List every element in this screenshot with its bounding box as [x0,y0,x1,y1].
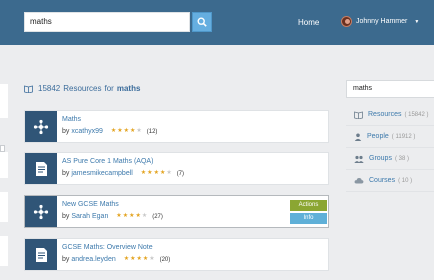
half-star-icon: ★ [149,256,155,263]
actions-button[interactable]: Actions [290,200,327,211]
network-icon [25,196,57,227]
by-label: by [62,256,70,263]
search-input[interactable]: maths [24,12,190,32]
sidebar-item-count: ( 38 ) [394,155,409,162]
resource-title[interactable]: AS Pure Core 1 Maths (AQA) [62,158,153,165]
book-icon [354,110,363,119]
by-label: by [62,213,70,220]
sidebar-item-resources[interactable]: Resources ( 15842 ) [346,104,434,126]
resource-author[interactable]: jamesmikecampbell [71,170,132,177]
rating-count: (20) [159,257,171,263]
network-icon [25,111,57,142]
user-menu[interactable]: Johnny Hammer ▼ [341,16,419,27]
sidebar-item-courses[interactable]: Courses ( 10 ) [346,170,434,192]
search-button[interactable] [192,12,212,32]
book-icon [24,84,33,93]
sidebar-item-count: ( 10 ) [398,177,413,184]
resource-byline: by xcathyx99 ★ ★ ★ ★ ★ (12) [62,128,157,135]
rating-stars: ★ ★ ★ ★ ★ [141,170,173,176]
sidebar-item-count: ( 15842 ) [404,111,429,118]
half-star-icon: ★ [166,170,172,177]
caret-down-icon: ▼ [414,18,420,25]
resource-author[interactable]: andrea.leyden [71,256,115,263]
star-icon: ★ [159,170,166,177]
sidebar-item-people[interactable]: People ( 11912 ) [346,126,434,148]
results-count: 15842 [38,84,61,93]
star-icon: ★ [135,213,141,220]
resource-card[interactable]: GCSE Maths: Overview Note by andrea.leyd… [24,238,329,271]
results-for-label: for [104,84,114,93]
left-panel-fragment [0,152,8,178]
star-icon: ★ [142,256,149,263]
sidebar-item-label: Resources [368,111,402,118]
resource-card[interactable]: New GCSE Maths by Sarah Egan ★ ★ ★ ★ ★ (27) … [24,195,329,228]
star-icon: ★ [116,213,122,220]
rating-stars: ★ ★ ★ ★ ★ [111,128,143,134]
resource-title[interactable]: Maths [62,116,81,123]
resource-title[interactable]: New GCSE Maths [62,201,119,208]
rating-count: (12) [146,129,158,135]
left-panel-fragment [0,236,8,266]
resource-byline: by andrea.leyden ★ ★ ★ ★ ★ (20) [62,256,170,263]
person-icon [354,133,362,141]
star-icon: ★ [130,256,136,263]
document-icon [25,239,57,270]
resource-card[interactable]: Maths by xcathyx99 ★ ★ ★ ★ ★ (12) [24,110,329,143]
sidebar-search-input[interactable]: maths [346,80,434,98]
group-icon [354,155,364,163]
star-icon: ★ [129,213,135,220]
half-star-icon: ★ [136,128,142,135]
resource-card[interactable]: AS Pure Core 1 Maths (AQA) by jamesmikec… [24,152,329,185]
star-icon: ★ [122,213,129,220]
star-icon: ★ [147,170,153,177]
document-icon [25,153,57,184]
nav-home-link[interactable]: Home [298,18,319,27]
avatar [341,16,352,27]
cloud-icon [354,177,364,184]
rating-count: (7) [176,171,185,177]
results-query: maths [116,84,141,93]
star-icon: ★ [110,128,117,135]
rating-stars: ★ ★ ★ ★ ★ [116,213,148,219]
left-panel-tag [0,145,5,152]
left-panel-fragment [0,84,8,118]
resource-byline: by jamesmikecampbell ★ ★ ★ ★ ★ (7) [62,170,184,177]
search-icon [197,17,207,27]
top-navigation-bar: maths Home Johnny Hammer ▼ [0,0,434,45]
star-icon: ★ [130,128,136,135]
resource-author[interactable]: xcathyx99 [71,128,103,135]
sidebar-item-groups[interactable]: Groups ( 38 ) [346,148,434,170]
results-label: Resources [63,84,102,93]
user-name: Johnny Hammer [356,18,408,25]
sidebar-item-label: People [367,133,389,140]
info-button[interactable]: Info [290,213,327,224]
star-icon: ★ [123,128,130,135]
resource-author[interactable]: Sarah Egan [71,213,108,220]
rating-stars: ★ ★ ★ ★ ★ [124,256,156,262]
sidebar-item-count: ( 11912 ) [391,133,416,140]
resource-byline: by Sarah Egan ★ ★ ★ ★ ★ (27) [62,213,163,220]
resource-title[interactable]: GCSE Maths: Overview Note [62,244,153,251]
sidebar-item-label: Groups [369,155,392,162]
results-heading: 15842 Resources for maths [24,84,140,93]
sidebar-item-label: Courses [369,177,396,184]
by-label: by [62,128,70,135]
star-icon: ★ [123,256,130,263]
left-panel-fragment [0,192,8,222]
star-icon: ★ [136,256,142,263]
star-icon: ★ [140,170,147,177]
star-icon: ★ [117,128,123,135]
star-icon: ★ [153,170,159,177]
half-star-icon: ★ [141,213,148,220]
rating-count: (27) [152,214,163,220]
by-label: by [62,170,70,177]
